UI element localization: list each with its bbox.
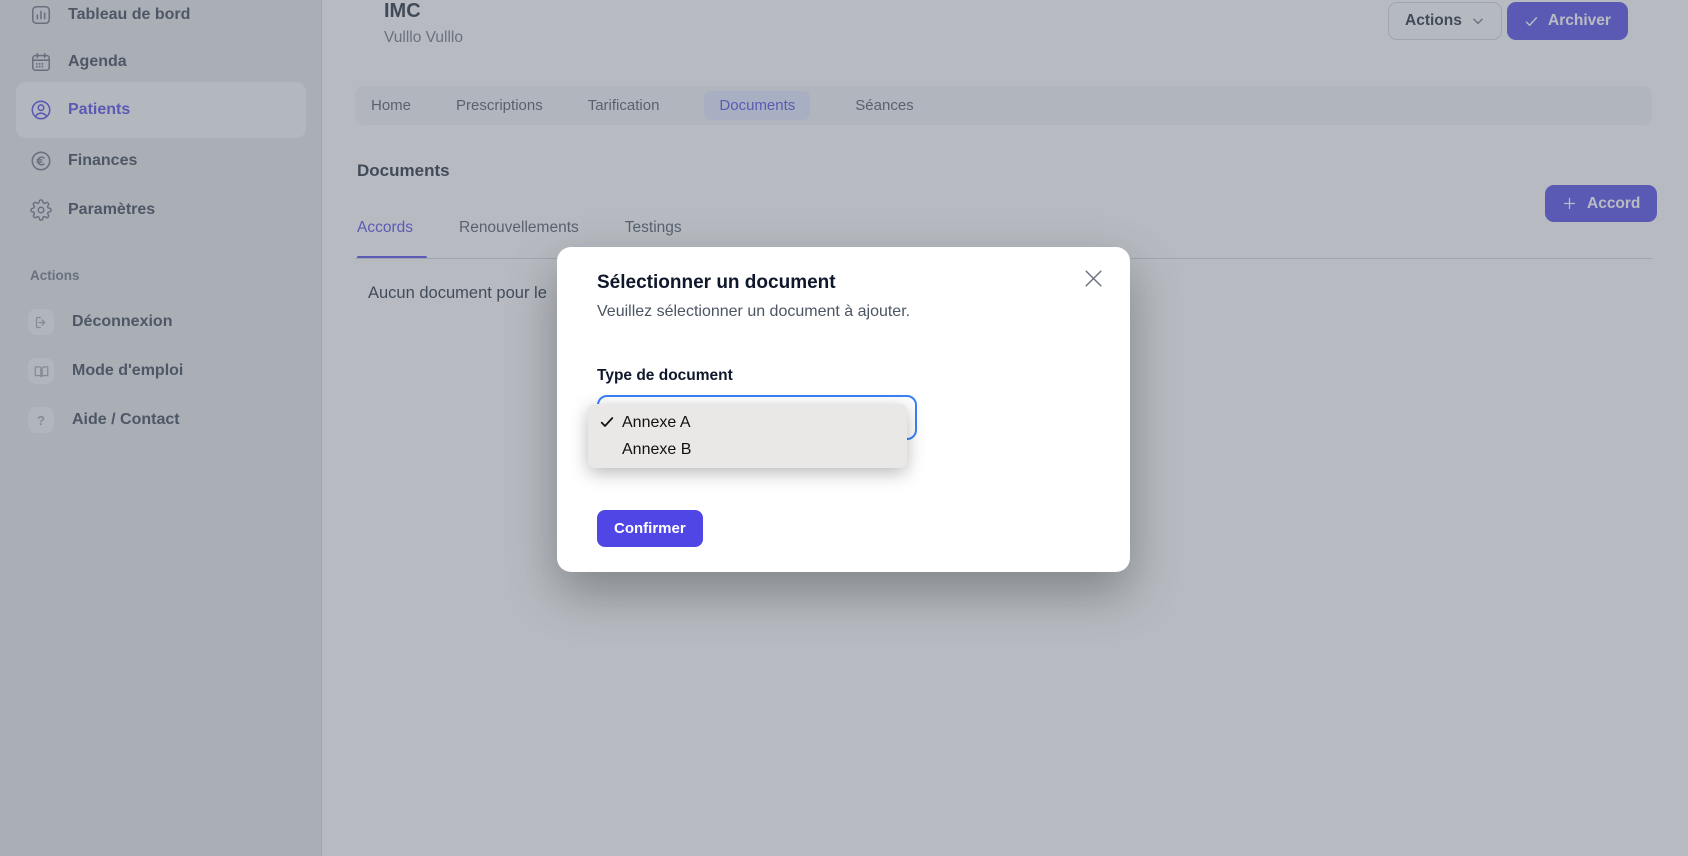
- confirm-button[interactable]: Confirmer: [597, 510, 703, 547]
- document-type-label: Type de document: [597, 367, 1090, 385]
- modal-title: Sélectionner un document: [597, 272, 1090, 294]
- close-icon: [1081, 266, 1106, 291]
- check-icon: [599, 414, 615, 430]
- dropdown-option-annexe-a[interactable]: Annexe A: [588, 409, 907, 436]
- close-button[interactable]: [1078, 263, 1108, 293]
- option-label: Annexe B: [622, 441, 691, 459]
- option-label: Annexe A: [622, 414, 691, 432]
- dropdown-option-annexe-b[interactable]: Annexe B: [588, 436, 907, 463]
- document-type-dropdown: Annexe A Annexe B: [588, 404, 907, 468]
- modal-subtitle: Veuillez sélectionner un document à ajou…: [597, 303, 1090, 321]
